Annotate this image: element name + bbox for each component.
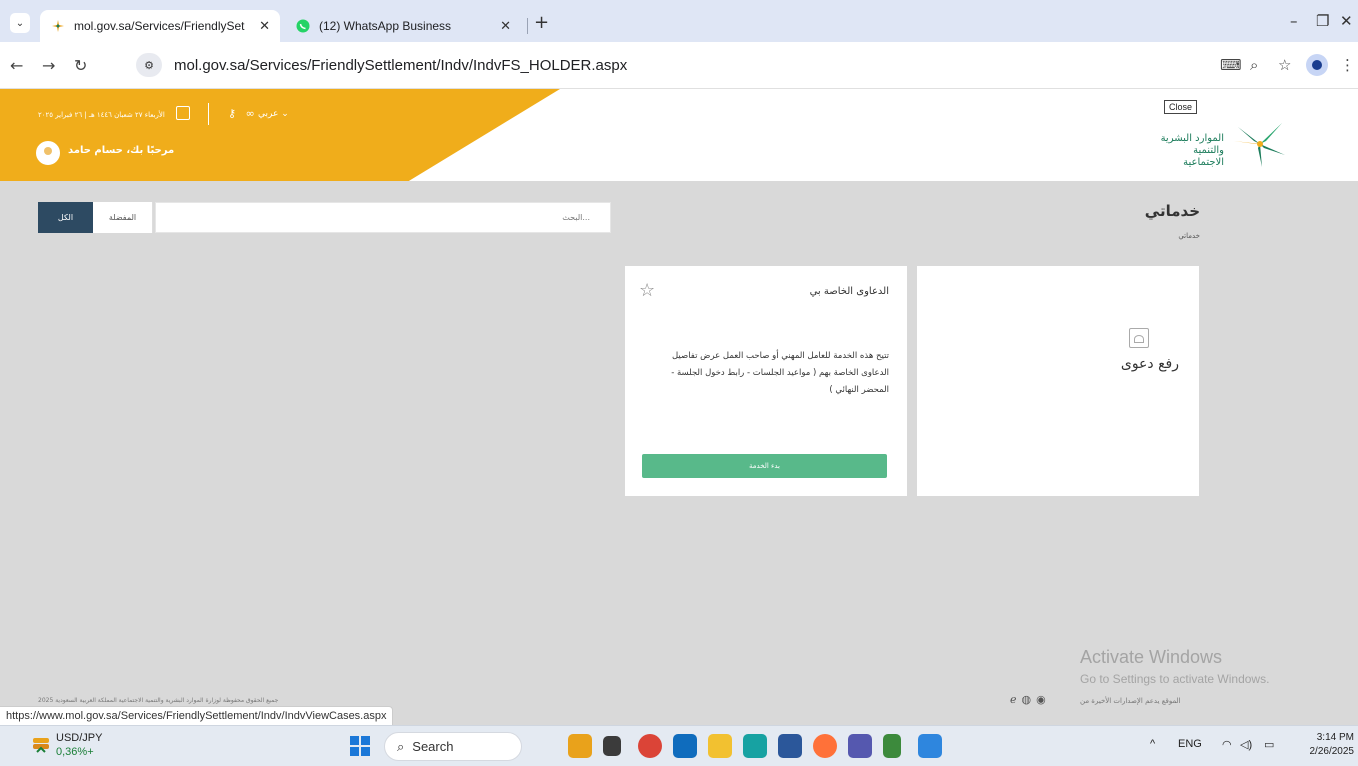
browser-menu-icon[interactable]: ⋮	[1340, 56, 1355, 74]
tab-separator	[527, 18, 528, 34]
browser-tab-strip: ⌄ mol.gov.sa/Services/FriendlySet ✕ (12)…	[0, 0, 1358, 42]
notepad-app-icon[interactable]	[883, 734, 901, 758]
address-bar[interactable]: ⚙ mol.gov.sa/Services/FriendlySettlement…	[130, 48, 1230, 82]
bookmark-star-icon[interactable]: ☆	[1278, 56, 1291, 74]
edge-icon: ℯ	[1010, 693, 1022, 706]
translate-icon[interactable]: ⌨	[1220, 56, 1242, 74]
minimize-button[interactable]: –	[1290, 12, 1298, 30]
windows-start-icon[interactable]	[350, 736, 370, 756]
close-tooltip: Close	[1164, 100, 1198, 114]
ticker-change: 0,36%+	[56, 746, 94, 758]
logo-line-1: الموارد البشرية	[1160, 133, 1224, 144]
taskbar-clock[interactable]: 3:14 PM 2/26/2025	[1298, 731, 1355, 759]
tab-title: mol.gov.sa/Services/FriendlySet	[74, 19, 245, 33]
chrome-icon: ◉	[1036, 693, 1051, 706]
chrome-app-icon[interactable]	[638, 734, 662, 758]
language-switcher[interactable]: عربي ⌄	[258, 109, 289, 119]
ministry-logo-text[interactable]: الموارد البشرية والتنمية الاجتماعية	[1152, 133, 1224, 169]
currency-ticker[interactable]: USD/JPY 0,36%+	[56, 731, 102, 759]
breadcrumb[interactable]: خدماتي	[1120, 232, 1200, 240]
user-avatar[interactable]	[36, 141, 60, 165]
activate-windows-watermark: Activate Windows Go to Settings to activ…	[1080, 647, 1269, 686]
window-close-button[interactable]: ✕	[1340, 12, 1353, 30]
wifi-icon[interactable]: ◠	[1222, 738, 1232, 751]
store-app-icon[interactable]	[778, 734, 802, 758]
ministry-logo-icon[interactable]	[1230, 119, 1290, 169]
tab-mol[interactable]: mol.gov.sa/Services/FriendlySet ✕	[40, 10, 280, 42]
clock-date: 2/26/2025	[1309, 746, 1355, 757]
tab-close-icon[interactable]: ✕	[259, 18, 270, 34]
file-case-image-icon	[1129, 328, 1149, 348]
tab-close-icon[interactable]: ✕	[500, 18, 511, 34]
filter-all-button[interactable]: الكل	[38, 202, 93, 233]
card-title: الدعاوى الخاصة بي	[809, 286, 889, 297]
card-label[interactable]: رفع دعوى	[1121, 356, 1179, 372]
supported-browser-icons: ℯ◍◉	[1010, 693, 1051, 706]
currency-widget-icon[interactable]	[32, 735, 50, 753]
header-divider	[208, 103, 209, 125]
task-view-app-icon[interactable]	[603, 736, 621, 756]
page-title: خدماتي	[1144, 202, 1200, 220]
service-search-box	[155, 202, 611, 233]
reload-icon[interactable]: ↻	[74, 56, 87, 75]
profile-avatar-icon[interactable]	[1306, 54, 1328, 76]
url-text[interactable]: mol.gov.sa/Services/FriendlySettlement/I…	[174, 57, 627, 74]
volume-icon[interactable]: ◁)	[1240, 738, 1252, 751]
user-greeting[interactable]: مرحبًا بك، حسام حامد	[68, 145, 174, 156]
key-icon[interactable]: ⚷	[228, 107, 236, 120]
status-bar-url: https://www.mol.gov.sa/Services/Friendly…	[0, 706, 394, 725]
file-explorer-app-icon[interactable]	[708, 734, 732, 758]
whatsapp-icon	[295, 18, 311, 34]
service-search-input[interactable]	[156, 203, 610, 232]
browser-toolbar: ← → ↻ ⚙ mol.gov.sa/Services/FriendlySett…	[0, 42, 1358, 89]
service-filter-tabs: الكل المفضلة	[38, 202, 153, 233]
tab-search-menu-button[interactable]: ⌄	[10, 13, 30, 33]
firefox-icon: ◍	[1021, 693, 1037, 706]
mol-favicon-icon	[50, 18, 66, 34]
forward-arrow-icon[interactable]: →	[42, 56, 55, 75]
outlook-app-icon[interactable]	[673, 734, 697, 758]
photos-app-icon[interactable]	[918, 734, 942, 758]
start-service-button[interactable]: بدء الخدمة	[642, 454, 887, 478]
input-language[interactable]: ENG	[1178, 738, 1202, 750]
battery-icon[interactable]: ▭	[1264, 738, 1274, 751]
filter-favorites-button[interactable]: المفضلة	[93, 202, 153, 233]
header-date: الأربعاء ٢٧ شعبان ١٤٤٦ هـ | ٢٦ فبراير ٢٠…	[38, 111, 165, 119]
tray-overflow-icon[interactable]: ^	[1150, 738, 1155, 750]
site-header: الأربعاء ٢٧ شعبان ١٤٤٦ هـ | ٢٦ فبراير ٢٠…	[0, 89, 1358, 181]
new-tab-button[interactable]: +	[534, 12, 549, 33]
activate-subtitle: Go to Settings to activate Windows.	[1080, 672, 1270, 686]
zoom-icon[interactable]: ⌕	[1250, 56, 1258, 74]
clock-time: 3:14 PM	[1316, 732, 1354, 743]
favorite-star-icon[interactable]: ☆	[639, 280, 655, 301]
link-icon[interactable]: ∞	[246, 107, 255, 120]
teams-app-icon[interactable]	[848, 734, 872, 758]
tab-whatsapp[interactable]: (12) WhatsApp Business ✕	[285, 10, 521, 42]
site-info-icon[interactable]: ⚙	[136, 53, 162, 77]
search-icon: ⌕	[397, 738, 405, 754]
taskbar-search-label: Search	[412, 739, 454, 754]
firefox-app-icon[interactable]	[813, 734, 837, 758]
footer-browser-support: الموقع يدعم الإصدارات الأخيرة من	[1080, 697, 1181, 705]
footer-copyright: جميع الحقوق محفوظة لوزارة الموارد البشري…	[38, 697, 279, 704]
tab-title: (12) WhatsApp Business	[319, 19, 452, 33]
service-card-my-cases: الدعاوى الخاصة بي ☆ تتيح هذه الخدمة للعا…	[625, 266, 907, 496]
activate-title: Activate Windows	[1080, 647, 1223, 667]
edge-app-icon[interactable]	[743, 734, 767, 758]
work-briefcase-app-icon[interactable]	[568, 734, 592, 758]
back-arrow-icon[interactable]: ←	[10, 56, 23, 75]
service-card-file-case[interactable]: رفع دعوى	[917, 266, 1199, 496]
taskbar-search[interactable]: ⌕ Search	[384, 732, 522, 761]
ticker-name: USD/JPY	[56, 732, 103, 744]
calendar-icon	[176, 106, 190, 120]
accessibility-icons[interactable]: ⚷ ∞	[228, 107, 255, 120]
logo-line-2: والتنمية الاجتماعية	[1183, 145, 1224, 168]
header-user-panel	[0, 89, 560, 181]
card-description: تتيح هذه الخدمة للعامل المهني أو صاحب ال…	[671, 351, 889, 395]
windows-taskbar: USD/JPY 0,36%+ ⌕ Search ^ ENG ◠ ◁) ▭ 3:1…	[0, 725, 1358, 766]
restore-button[interactable]: ❐	[1316, 12, 1329, 30]
